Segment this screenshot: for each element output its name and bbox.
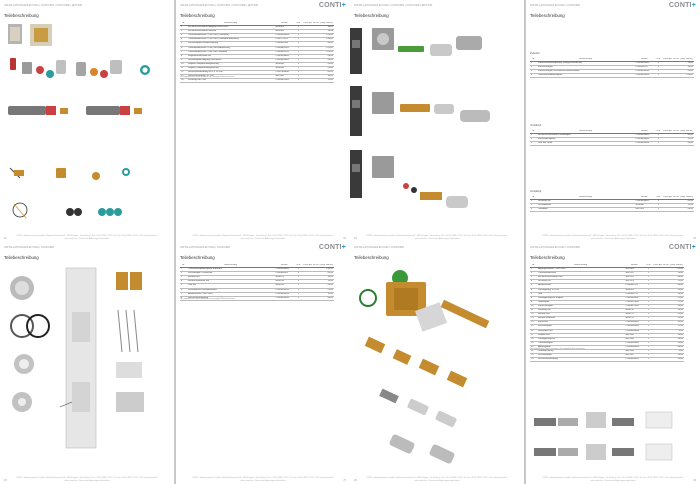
page-number: 26 (4, 479, 7, 482)
table-note: Die aufgeführten Preise verstehen sich z… (180, 298, 236, 300)
table-cell: 1 (294, 296, 303, 301)
breadcrumb: INSTALLATIONSANLEITUNG | CONCORD (180, 246, 231, 249)
page-number: 29 (693, 479, 696, 482)
page-header: INSTALLATIONSANLEITUNG | CONCORD | CONCO… (180, 2, 346, 10)
page-footer: CONTI+ Sanitärarmaturen GmbH • Hudson-Ka… (366, 235, 508, 240)
table-cell: 4 (530, 73, 537, 79)
table-cell: 28,00 (662, 141, 694, 147)
page-number: 22 (4, 237, 7, 240)
exploded-parts-drawing-3 (350, 28, 490, 208)
page-5: INSTALLATIONSANLEITUNG | CONCORD Teilebe… (0, 242, 174, 484)
page-3: INSTALLATIONSANLEITUNG | CONCORD | CONCO… (350, 0, 524, 242)
page-number: 28 (354, 479, 357, 482)
exploded-parts-drawing-7 (359, 270, 490, 464)
page-title: Teilebeschreibung (180, 255, 215, 260)
page-4: INSTALLATIONSANLEITUNG | CONCORD CONTI+ … (526, 0, 700, 242)
page-number: 25 (693, 237, 696, 240)
page-footer: CONTI+ Sanitärarmaturen GmbH • Hudson-Ka… (542, 235, 684, 240)
page-number: 24 (354, 237, 357, 240)
parts-table-p4-a: Nr. Bezeichnung Bestell VPE Preis per VE in … (530, 58, 694, 79)
exploded-parts-drawing-1 (8, 24, 150, 219)
parts-table-p6: Nr. Bezeichnung Bestell VPE Preis per VE in … (180, 264, 334, 301)
table-cell: 128,00 (662, 73, 694, 79)
table-row: 4 Thermostat Abdeckplatte CONSE30003 1 128,0… (530, 73, 694, 79)
parts-drawing-8 (534, 411, 673, 461)
table-cell: 1 (654, 141, 663, 147)
page-header: INSTALLATIONSANLEITUNG | CONCORD CONTI+ (530, 2, 696, 10)
table-cell: 3 (530, 141, 537, 147)
breadcrumb: INSTALLATIONSANLEITUNG | CONCORD | CONCO… (180, 4, 259, 7)
table-cell: CONSE20501 (274, 78, 295, 84)
page-title: Teilebeschreibung (180, 13, 215, 18)
table-row: 3 Ventilkopf 3007083 1 28,00 (530, 207, 694, 213)
page-header: INSTALLATIONSANLEITUNG | CONCORD CONTI+ (180, 244, 346, 252)
page-7: INSTALLATIONSANLEITUNG | CONCORD Teilebe… (350, 242, 524, 484)
page-footer: CONTI+ Sanitärarmaturen GmbH • Hudson-Ka… (192, 235, 334, 240)
table-row: 14 Dichtring-Set Tülle CONSE20501 1 12,00 (180, 78, 334, 84)
table-cell: Ventilkopf (537, 207, 635, 213)
table-cell: CONSE30003 (634, 73, 655, 79)
page-footer: CONTI+ Sanitärarmaturen GmbH • Hudson-Ka… (542, 477, 684, 482)
table-cell: 1 (294, 78, 303, 84)
page-1: INSTALLATIONSANLEITUNG | CONCORD | CONCO… (0, 0, 174, 242)
table-cell: Dichtring-Set Tülle (187, 78, 275, 84)
parts-table-p2: Nr. Bezeichnung Bestell VPE Preis per VE in … (180, 22, 334, 84)
table-cell: 28,00 (662, 207, 694, 213)
page-2: INSTALLATIONSANLEITUNG | CONCORD | CONCO… (176, 0, 350, 242)
table-cell: 1 (654, 73, 663, 79)
page-footer: CONTI+ Sanitärarmaturen GmbH • Hudson-Ka… (16, 477, 158, 482)
table-cell: 14 (180, 78, 187, 84)
table-cell: 3 (530, 207, 537, 213)
spread-3: INSTALLATIONSANLEITUNG | CONCORD Teilebe… (0, 242, 350, 484)
table-cell: 12,00 (302, 78, 334, 84)
page-6: INSTALLATIONSANLEITUNG | CONCORD CONTI+ … (176, 242, 350, 484)
page-footer: CONTI+ Sanitärarmaturen GmbH • Hudson-Ka… (16, 235, 158, 240)
section-title-zubehoer: Zubehör (530, 52, 540, 55)
spread-4: INSTALLATIONSANLEITUNG | CONCORD Teilebe… (350, 242, 700, 484)
table-note: Die aufgeführten Preise verstehen sich z… (180, 76, 236, 78)
table-cell: Griff Set Ventil (537, 141, 635, 147)
parts-table-p4-c: Nr. Bezeichnung Bestell VPE Preis per VE in … (530, 196, 694, 213)
table-cell: CONSE04004 (634, 141, 655, 147)
table-cell: 1 (654, 207, 663, 213)
table-cell: 46,00 (302, 296, 334, 301)
table-cell: CONSE30002 (274, 296, 295, 301)
table-row: 3 Griff Set Ventil CONSE04004 1 28,00 (530, 141, 694, 147)
spread-2: INSTALLATIONSANLEITUNG | CONCORD | CONCO… (350, 0, 700, 242)
page-number: 23 (343, 237, 346, 240)
section-title-ventilkopf-1: Ventilkopf (530, 124, 542, 127)
parts-table-p4-b: Nr. Bezeichnung Bestell VPE Preis per VE in … (530, 130, 694, 147)
page-footer: CONTI+ Sanitärarmaturen GmbH • Hudson-Ka… (192, 477, 334, 482)
table-cell: Thermostat Abdeckplatte (537, 73, 635, 79)
table-cell: 3007083 (634, 207, 655, 213)
page-footer: CONTI+ Sanitärarmaturen GmbH • Hudson-Ka… (366, 477, 508, 482)
page-number: 27 (343, 479, 346, 482)
spread-1: INSTALLATIONSANLEITUNG | CONCORD | CONCO… (0, 0, 350, 242)
breadcrumb: INSTALLATIONSANLEITUNG | CONCORD (530, 4, 581, 7)
page-title: Teilebeschreibung (530, 13, 565, 18)
conti-logo: CONTI+ (318, 2, 346, 9)
section-title-ventilkopf-2: Ventilkopf (530, 190, 542, 193)
conti-logo: CONTI+ (318, 244, 346, 251)
conti-logo: CONTI+ (668, 2, 696, 9)
exploded-parts-drawing-5 (10, 267, 144, 449)
page-8: INSTALLATIONSANLEITUNG | CONCORD CONTI+ … (526, 242, 700, 484)
